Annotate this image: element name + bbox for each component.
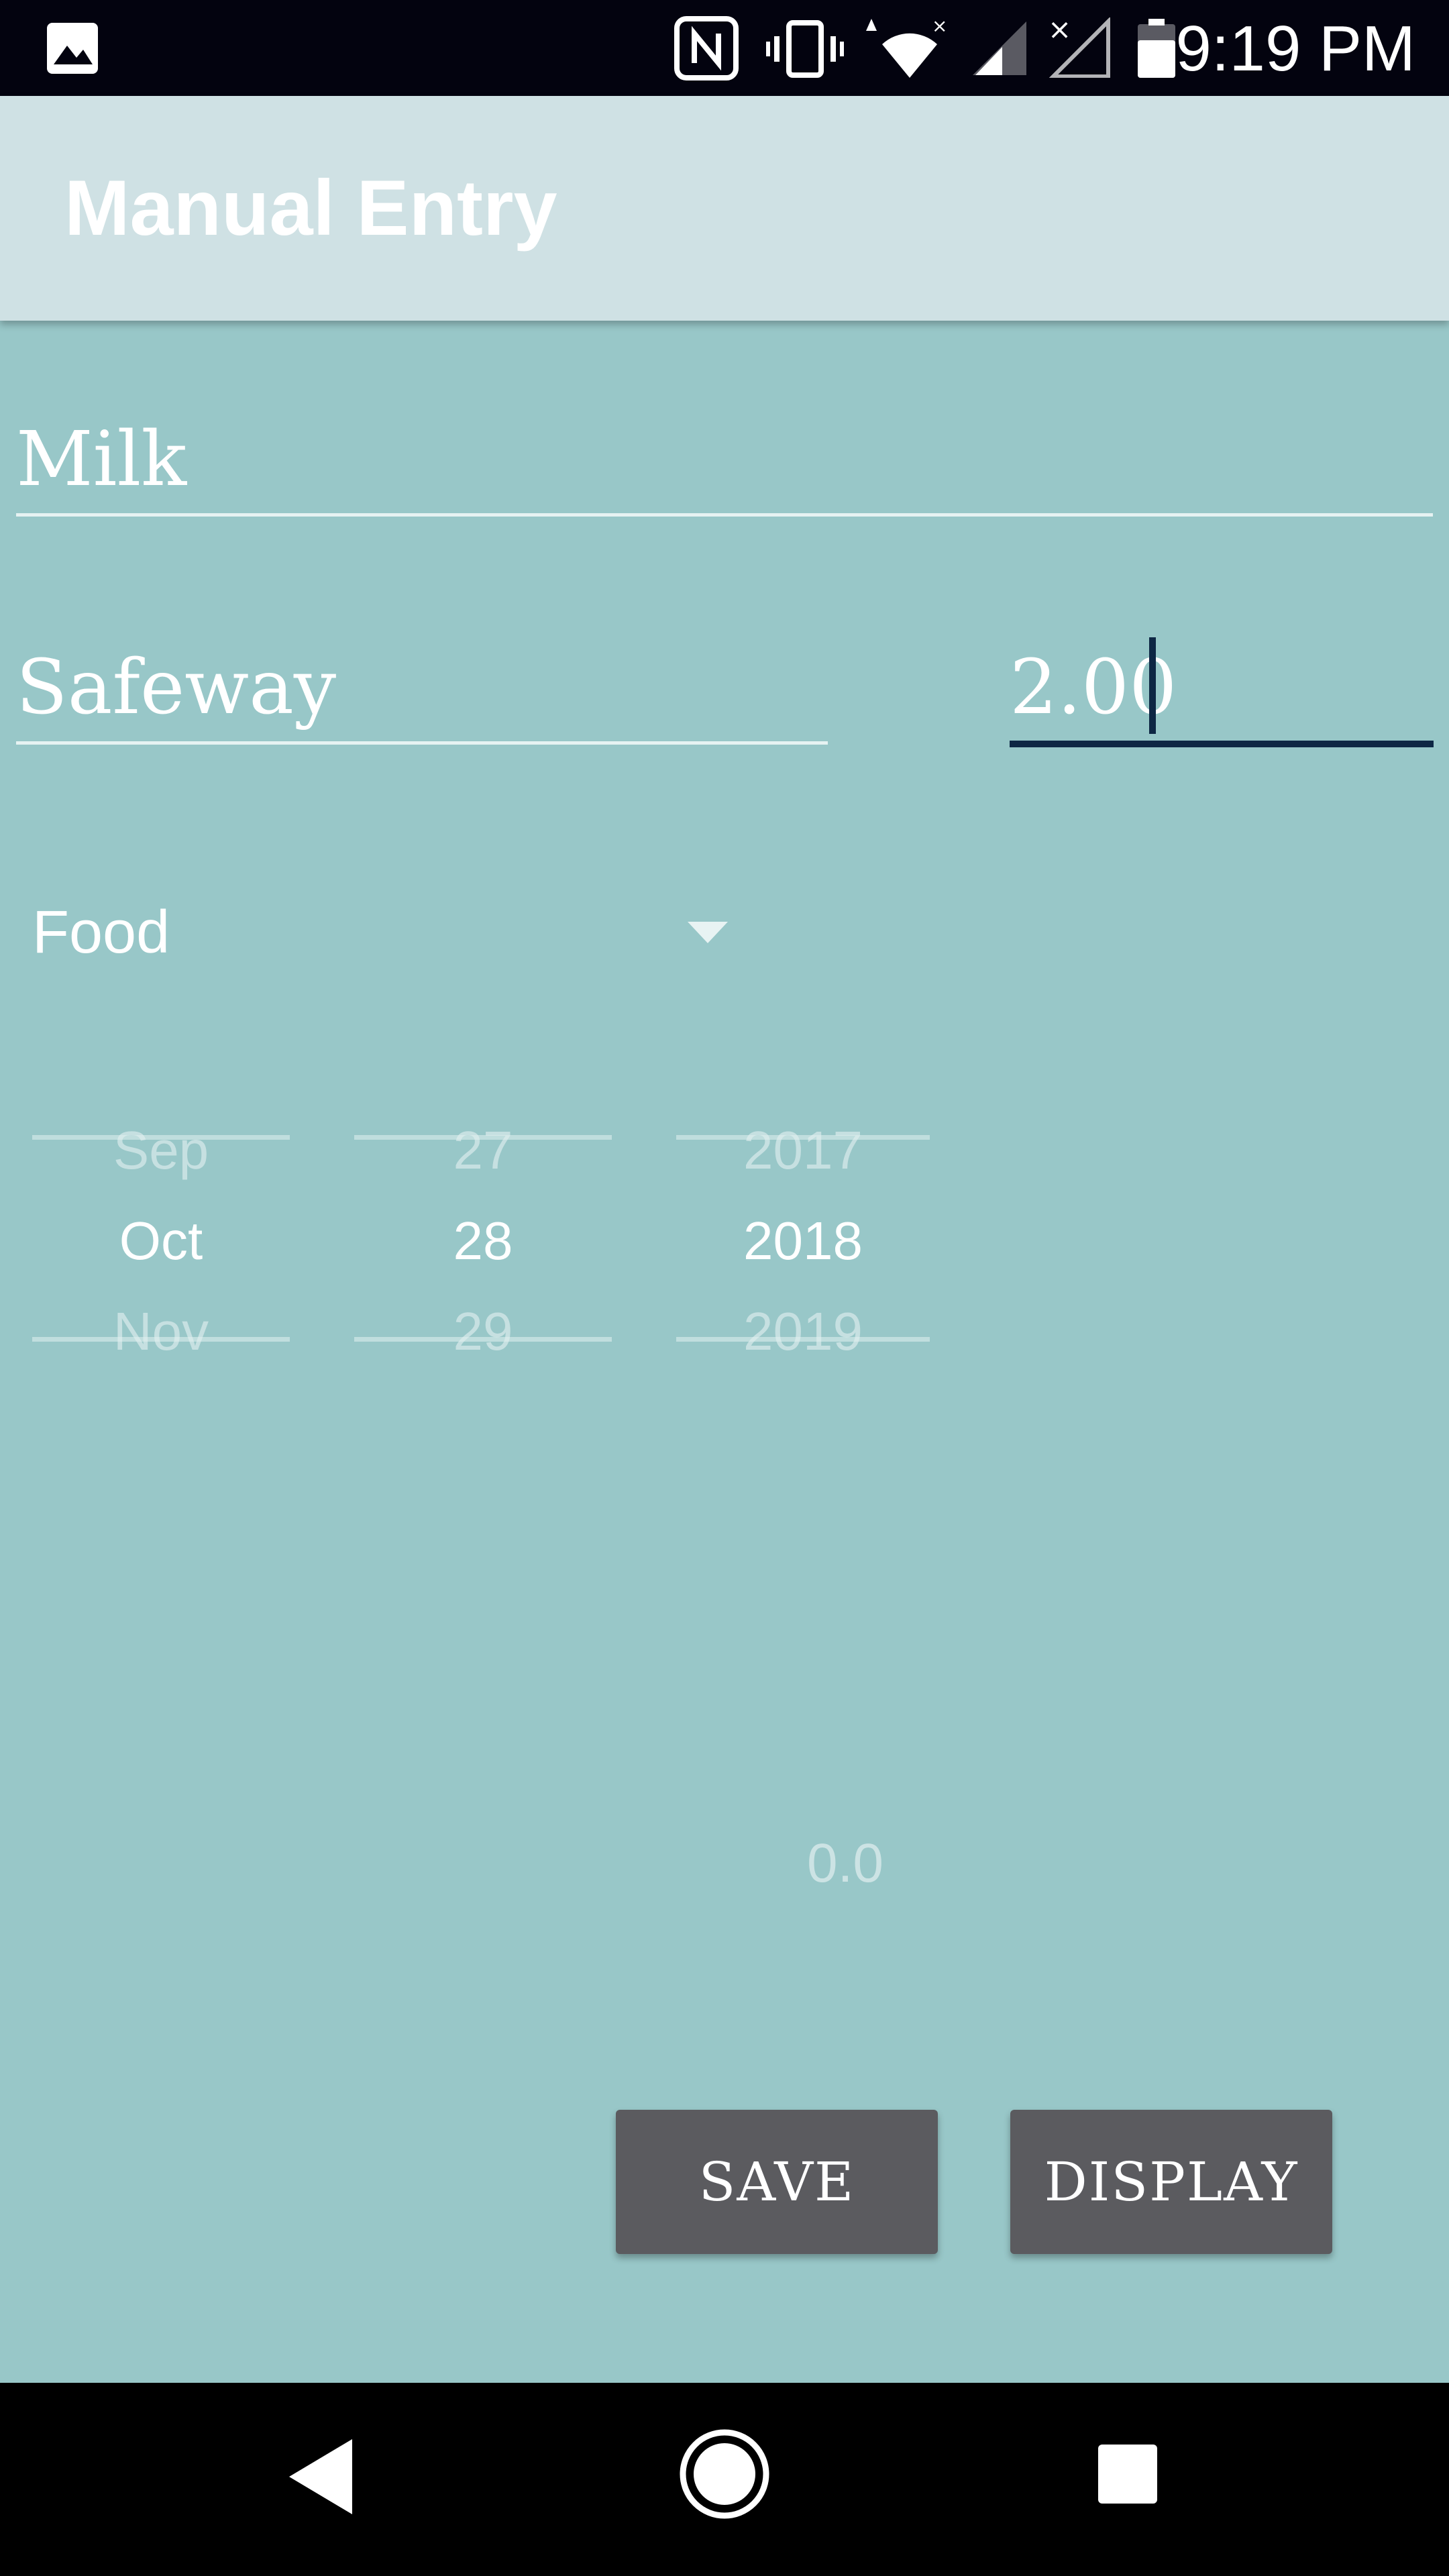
price-underline xyxy=(1010,741,1434,747)
home-icon[interactable] xyxy=(678,2427,771,2521)
signal-icon xyxy=(973,21,1026,75)
gallery-icon xyxy=(47,23,98,74)
save-button[interactable]: SAVE xyxy=(616,2110,938,2254)
battery-icon xyxy=(1138,19,1175,78)
day-prev[interactable]: 27 xyxy=(354,1117,612,1184)
no-signal-icon: × xyxy=(1048,17,1110,78)
page-title: Manual Entry xyxy=(64,164,557,252)
back-icon[interactable] xyxy=(285,2436,359,2517)
year-selected[interactable]: 2018 xyxy=(676,1208,930,1275)
status-bar: × × 9:19 PM xyxy=(0,0,1449,96)
month-divider-bottom xyxy=(32,1337,290,1342)
total-value: 0.0 xyxy=(807,1833,883,1894)
day-selected[interactable]: 28 xyxy=(354,1208,612,1275)
month-divider-top xyxy=(32,1135,290,1140)
category-value: Food xyxy=(32,899,170,966)
vibrate-icon xyxy=(766,20,844,78)
store-underline xyxy=(16,741,828,745)
chevron-down-icon xyxy=(688,922,728,943)
year-divider-top xyxy=(676,1135,930,1140)
month-prev[interactable]: Sep xyxy=(32,1117,290,1184)
day-divider-top xyxy=(354,1135,612,1140)
month-selected[interactable]: Oct xyxy=(32,1208,290,1275)
navigation-bar xyxy=(0,2383,1449,2576)
status-clock: 9:19 PM xyxy=(1175,13,1415,85)
wifi-icon: × xyxy=(866,16,947,78)
day-divider-bottom xyxy=(354,1337,612,1342)
nfc-icon xyxy=(674,16,739,80)
store-value: Safeway xyxy=(16,644,337,731)
item-name-value: Milk xyxy=(16,416,187,503)
day-next[interactable]: 29 xyxy=(354,1298,612,1365)
app-toolbar: Manual Entry xyxy=(0,96,1449,321)
recents-icon[interactable] xyxy=(1097,2443,1159,2505)
month-next[interactable]: Nov xyxy=(32,1298,290,1365)
svg-text:×: × xyxy=(932,16,947,37)
svg-text:×: × xyxy=(1048,17,1071,46)
year-divider-bottom xyxy=(676,1337,930,1342)
year-prev[interactable]: 2017 xyxy=(676,1117,930,1184)
display-button[interactable]: DISPLAY xyxy=(1010,2110,1332,2254)
text-cursor xyxy=(1149,637,1156,734)
item-name-underline xyxy=(16,513,1433,517)
year-next[interactable]: 2019 xyxy=(676,1298,930,1365)
